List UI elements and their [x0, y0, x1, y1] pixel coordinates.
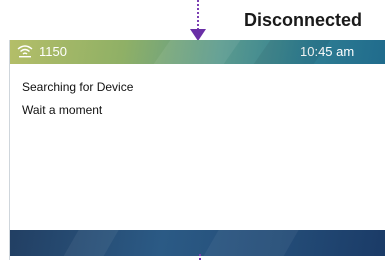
indicator-line: [197, 0, 199, 30]
status-callout: Disconnected: [244, 10, 363, 30]
stage: Disconnected 1150 10:45 am Searching for…: [0, 0, 385, 260]
indicator-line-bottom: [199, 254, 201, 260]
status-message: Searching for Device: [22, 80, 134, 94]
wifi-icon: [17, 45, 33, 58]
wait-message: Wait a moment: [22, 103, 103, 117]
extension-label: 1150: [39, 44, 67, 59]
softkey-bar: [10, 230, 385, 256]
phone-screen: 1150 10:45 am Searching for Device Wait …: [9, 40, 385, 260]
status-bar: 1150 10:45 am: [10, 40, 385, 64]
time-label: 10:45 am: [300, 44, 355, 59]
